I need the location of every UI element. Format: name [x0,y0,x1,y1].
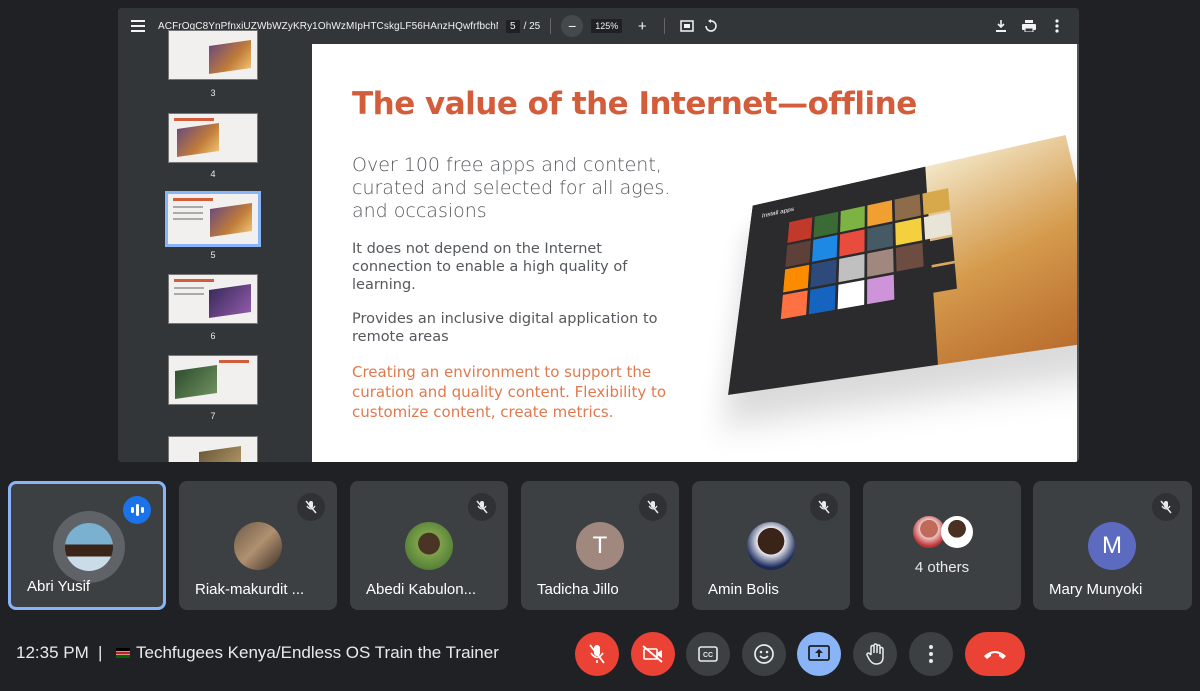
reactions-button[interactable] [742,632,786,676]
pdf-viewer: ACFrOgC8YnPfnxiUZWbWZyKRy1OhWzMIpHTCskgL… [118,8,1079,462]
participant-name: Abedi Kabulon... [366,581,476,598]
captions-icon: CC [698,646,718,662]
raise-hand-button[interactable] [853,632,897,676]
mic-off-icon [1152,493,1180,521]
toolbar-divider [664,18,665,34]
speaking-indicator-icon [123,496,151,524]
participant-tile-tadicha[interactable]: T Tadicha Jillo [521,481,679,610]
participant-tile-riak[interactable]: Riak-makurdit ... [179,481,337,610]
tablet-label: Install apps [762,206,795,219]
page-number-input[interactable]: 5 [506,20,520,33]
pdf-right-tools [989,14,1069,38]
slide-lead-text: Over 100 free apps and content, curated … [352,154,682,223]
participant-name: Riak-makurdit ... [195,581,304,598]
thumbnail-page-6[interactable] [168,274,258,324]
hang-up-icon [982,648,1008,660]
tablet-image: Install apps [682,126,1077,426]
mic-off-icon [639,493,667,521]
leave-call-button[interactable] [965,632,1025,676]
meeting-clock: 12:35 PM [16,643,89,663]
tablet-screen: Install apps [728,135,1077,395]
bar-separator: | [98,643,102,663]
rotate-icon[interactable] [699,14,723,38]
avatar [941,516,973,548]
thumbnail-label: 3 [168,88,258,98]
svg-text:CC: CC [703,652,713,659]
others-count: 4 others [863,559,1021,576]
menu-icon[interactable] [118,20,158,32]
more-vert-icon [929,645,933,663]
participant-name: Mary Munyoki [1049,581,1142,598]
participant-tile-abedi[interactable]: Abedi Kabulon... [350,481,508,610]
thumbnail-page-7[interactable] [168,355,258,405]
thumbnail-sidebar[interactable]: 3 4 5 6 7 [118,44,312,462]
thumbnail-page-3[interactable] [168,30,258,80]
present-icon [808,645,830,663]
thumbnail-label: 4 [168,169,258,179]
avatar [405,522,453,570]
fit-page-icon[interactable] [675,14,699,38]
thumbnail-page-8[interactable] [168,436,258,462]
thumbnail-label: 7 [168,411,258,421]
camera-off-icon [642,645,664,663]
toolbar-divider [550,18,551,34]
camera-toggle-button[interactable] [631,632,675,676]
page-indicator: 5 / 25 [506,20,540,33]
avatar [234,522,282,570]
thumbnail-label: 6 [168,331,258,341]
slide-paragraph-1: It does not depend on the Internet conne… [352,240,682,294]
captions-button[interactable]: CC [686,632,730,676]
mic-off-icon [468,493,496,521]
page-total: / 25 [524,21,541,32]
avatar [747,522,795,570]
avatar [65,523,113,571]
zoom-in-button[interactable]: + [630,14,654,38]
avatar: M [1088,522,1136,570]
meeting-title: Techfugees Kenya/Endless OS Train the Tr… [116,643,499,663]
slide-paragraph-3: Creating an environment to support the c… [352,362,682,422]
slide-title: The value of the Internet—offline [352,86,917,122]
download-icon[interactable] [989,14,1013,38]
slide-paragraph-2: Provides an inclusive digital applicatio… [352,310,682,346]
print-icon[interactable] [1017,14,1041,38]
hand-icon [865,643,885,665]
kenya-flag-icon [116,648,130,658]
slide-canvas: The value of the Internet—offline Over 1… [312,44,1077,462]
participant-name: Amin Bolis [708,581,779,598]
meeting-title-text: Techfugees Kenya/Endless OS Train the Tr… [136,643,499,663]
more-vert-icon[interactable] [1045,14,1069,38]
mic-toggle-button[interactable] [575,632,619,676]
participant-name: Tadicha Jillo [537,581,619,598]
more-options-button[interactable] [909,632,953,676]
thumbnail-page-5[interactable] [165,191,261,247]
thumbnail-page-4[interactable] [168,113,258,163]
emoji-icon [753,643,775,665]
thumbnail-label: 5 [168,250,258,260]
zoom-out-button[interactable]: − [561,15,583,37]
mic-off-icon [589,644,605,664]
mic-off-icon [810,493,838,521]
zoom-controls: − 125% + [561,14,654,38]
participant-tile-amin[interactable]: Amin Bolis [692,481,850,610]
pdf-toolbar: ACFrOgC8YnPfnxiUZWbWZyKRy1OhWzMIpHTCskgL… [118,8,1079,44]
mic-off-icon [297,493,325,521]
zoom-level[interactable]: 125% [591,19,622,33]
avatar: T [576,522,624,570]
participant-tile-abri-yusif[interactable]: Abri Yusif [8,481,166,610]
present-screen-button[interactable] [797,632,841,676]
participant-name: Abri Yusif [27,578,90,595]
participant-tile-mary[interactable]: M Mary Munyoki [1033,481,1192,610]
app-grid [781,188,957,319]
participant-tile-others[interactable]: 4 others [863,481,1021,610]
